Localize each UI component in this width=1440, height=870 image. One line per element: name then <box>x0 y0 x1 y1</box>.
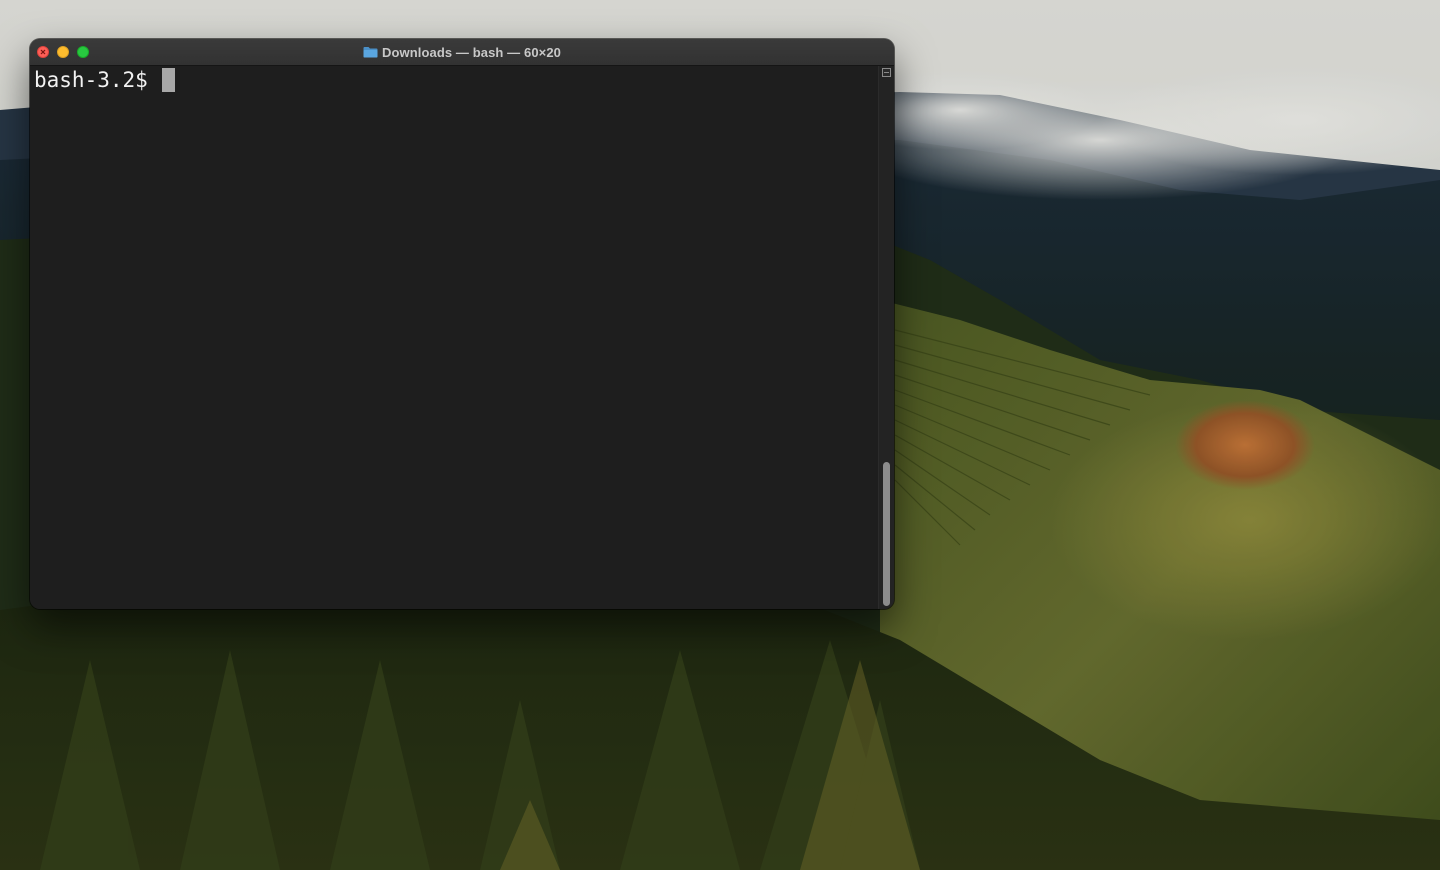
prompt-line[interactable]: bash-3.2$ <box>34 67 176 93</box>
close-icon <box>40 49 46 55</box>
shell-prompt: bash-3.2$ <box>34 68 161 92</box>
folder-icon <box>363 47 378 58</box>
terminal-window[interactable]: Downloads — bash — 60×20 bash-3.2$ <box>30 39 894 609</box>
window-title: Downloads — bash — 60×20 <box>381 44 562 60</box>
split-pane-icon[interactable] <box>882 68 891 77</box>
vertical-scrollbar[interactable] <box>878 66 894 609</box>
zoom-button[interactable] <box>77 46 89 58</box>
title-bar[interactable]: Downloads — bash — 60×20 <box>30 39 894 66</box>
close-button[interactable] <box>37 46 49 58</box>
text-cursor <box>162 68 176 92</box>
window-title-group: Downloads — bash — 60×20 <box>30 39 894 65</box>
desktop: Downloads — bash — 60×20 bash-3.2$ <box>0 0 1440 870</box>
scrollbar-thumb[interactable] <box>883 462 890 606</box>
minimize-button[interactable] <box>57 46 69 58</box>
terminal-content[interactable]: bash-3.2$ <box>30 66 894 609</box>
